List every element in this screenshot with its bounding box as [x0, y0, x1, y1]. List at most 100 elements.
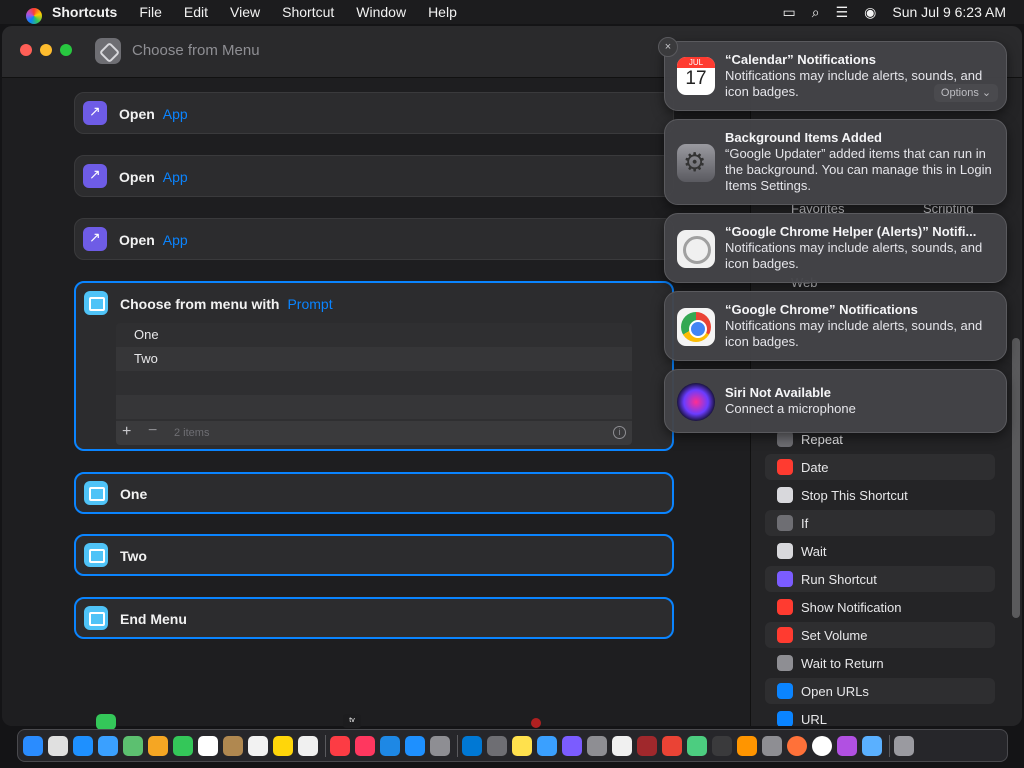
menu-help[interactable]: Help — [428, 4, 457, 20]
action-date[interactable]: Date — [765, 454, 995, 480]
contacts-icon[interactable] — [223, 736, 243, 756]
clear-notifications-button[interactable]: × — [658, 37, 678, 57]
zoom-window-button[interactable] — [60, 44, 72, 56]
firefox-icon[interactable] — [787, 736, 807, 756]
item-count: 2 items — [174, 427, 210, 439]
options-button[interactable]: Options ⌄ — [934, 84, 998, 102]
control-center-icon[interactable]: ☰ — [836, 4, 849, 21]
news-icon[interactable] — [355, 736, 375, 756]
reminders-icon[interactable] — [248, 736, 268, 756]
notification-calendar[interactable]: JUL 17 “Calendar” Notifications Notifica… — [664, 41, 1007, 111]
action-url[interactable]: URL — [765, 706, 995, 726]
window-title[interactable]: Choose from Menu — [132, 42, 260, 59]
music-icon[interactable] — [330, 736, 350, 756]
shortcuts-icon[interactable] — [562, 736, 582, 756]
migration-icon[interactable] — [537, 736, 557, 756]
close-window-button[interactable] — [20, 44, 32, 56]
action-set-volume[interactable]: Set Volume — [765, 622, 995, 648]
minimize-window-button[interactable] — [40, 44, 52, 56]
voice-memos-icon[interactable] — [712, 736, 732, 756]
open-app-action[interactable]: OpenApp — [74, 92, 674, 134]
shortcut-icon[interactable] — [95, 38, 121, 64]
app-token[interactable]: App — [163, 106, 188, 122]
app-store-icon[interactable] — [405, 736, 425, 756]
notes-icon[interactable] — [273, 736, 293, 756]
end-menu-action[interactable]: End Menu — [74, 597, 674, 639]
notification-body: “Google Updater” added items that can ru… — [725, 146, 992, 193]
apple-menu-icon[interactable] — [18, 1, 42, 24]
search-icon[interactable]: ⌕ — [812, 4, 820, 21]
action-label: URL — [801, 712, 828, 726]
launchpad-icon[interactable] — [48, 736, 68, 756]
notification-background-items[interactable]: Background Items Added “Google Updater” … — [664, 119, 1007, 205]
freeform-icon[interactable] — [298, 736, 318, 756]
notification-chrome-helper[interactable]: “Google Chrome Helper (Alerts)” Notifi..… — [664, 213, 1007, 283]
action-wait[interactable]: Wait — [765, 538, 995, 564]
siri-icon[interactable]: ◉ — [864, 4, 876, 21]
menu-case-two[interactable]: Two — [74, 534, 674, 576]
menu-window[interactable]: Window — [356, 4, 406, 20]
calendar-icon[interactable] — [198, 736, 218, 756]
calendar-month: JUL — [677, 57, 715, 68]
action-stop-this-shortcut[interactable]: Stop This Shortcut — [765, 482, 995, 508]
action-run-shortcut[interactable]: Run Shortcut — [765, 566, 995, 592]
choose-from-menu-action[interactable]: Choose from menu with Prompt One Two + − … — [74, 281, 674, 451]
action-wait-to-return[interactable]: Wait to Return — [765, 650, 995, 676]
clock-icon[interactable] — [812, 736, 832, 756]
calculator-icon[interactable] — [762, 736, 782, 756]
action-open-urls[interactable]: Open URLs — [765, 678, 995, 704]
stickies-icon[interactable] — [512, 736, 532, 756]
apple-tv-icon[interactable]: tv — [343, 714, 361, 728]
menu-app-name[interactable]: Shortcuts — [52, 4, 117, 20]
add-item-button[interactable]: + — [122, 423, 131, 441]
menu-shortcut[interactable]: Shortcut — [282, 4, 334, 20]
activity-monitor-icon[interactable] — [687, 736, 707, 756]
notification-body: Connect a microphone — [725, 401, 856, 416]
menu-item-one[interactable]: One — [116, 323, 632, 347]
remove-item-button[interactable]: − — [148, 422, 157, 440]
action-if[interactable]: If — [765, 510, 995, 536]
menu-clock[interactable]: Sun Jul 9 6:23 AM — [892, 4, 1006, 20]
notification-siri[interactable]: Siri Not Available Connect a microphone — [664, 369, 1007, 433]
finder-icon[interactable] — [23, 736, 43, 756]
app-token[interactable]: App — [163, 169, 188, 185]
open-app-action[interactable]: OpenApp — [74, 218, 674, 260]
open-app-action[interactable]: OpenApp — [74, 155, 674, 197]
sidebar-scrollbar[interactable] — [1012, 338, 1020, 618]
menu-case-one[interactable]: One — [74, 472, 674, 514]
safari-icon — [777, 683, 793, 699]
screen-mirroring-icon[interactable]: ▭ — [783, 4, 796, 21]
facetime-icon[interactable] — [173, 736, 193, 756]
downloads-folder-icon[interactable] — [862, 736, 882, 756]
apps-icon — [777, 655, 793, 671]
podcasts-icon[interactable] — [837, 736, 857, 756]
photos-icon[interactable] — [148, 736, 168, 756]
textedit-icon[interactable] — [612, 736, 632, 756]
script-editor-icon[interactable] — [587, 736, 607, 756]
keynote-icon[interactable] — [380, 736, 400, 756]
trash-icon[interactable] — [894, 736, 914, 756]
mail-icon[interactable] — [98, 736, 118, 756]
menu-view[interactable]: View — [230, 4, 260, 20]
info-icon[interactable]: i — [613, 426, 626, 439]
menu-file[interactable]: File — [139, 4, 162, 20]
action-show-notification[interactable]: Show Notification — [765, 594, 995, 620]
chrome-icon[interactable] — [662, 736, 682, 756]
open-app-icon — [83, 101, 107, 125]
safari-icon[interactable] — [73, 736, 93, 756]
dictionary-icon[interactable] — [637, 736, 657, 756]
menu-edit[interactable]: Edit — [184, 4, 208, 20]
screenshot-icon[interactable] — [487, 736, 507, 756]
books-icon[interactable] — [737, 736, 757, 756]
prompt-token[interactable]: Prompt — [287, 296, 332, 312]
app-token[interactable]: App — [163, 232, 188, 248]
maps-icon[interactable] — [123, 736, 143, 756]
system-settings-icon[interactable] — [430, 736, 450, 756]
action-label: Wait — [801, 544, 827, 559]
record-icon[interactable] — [531, 718, 541, 728]
action-label: Set Volume — [801, 628, 868, 643]
vscode-icon[interactable] — [462, 736, 482, 756]
notification-chrome[interactable]: “Google Chrome” Notifications Notificati… — [664, 291, 1007, 361]
menu-item-two[interactable]: Two — [116, 347, 632, 371]
messages-bounce-icon[interactable] — [96, 714, 116, 730]
